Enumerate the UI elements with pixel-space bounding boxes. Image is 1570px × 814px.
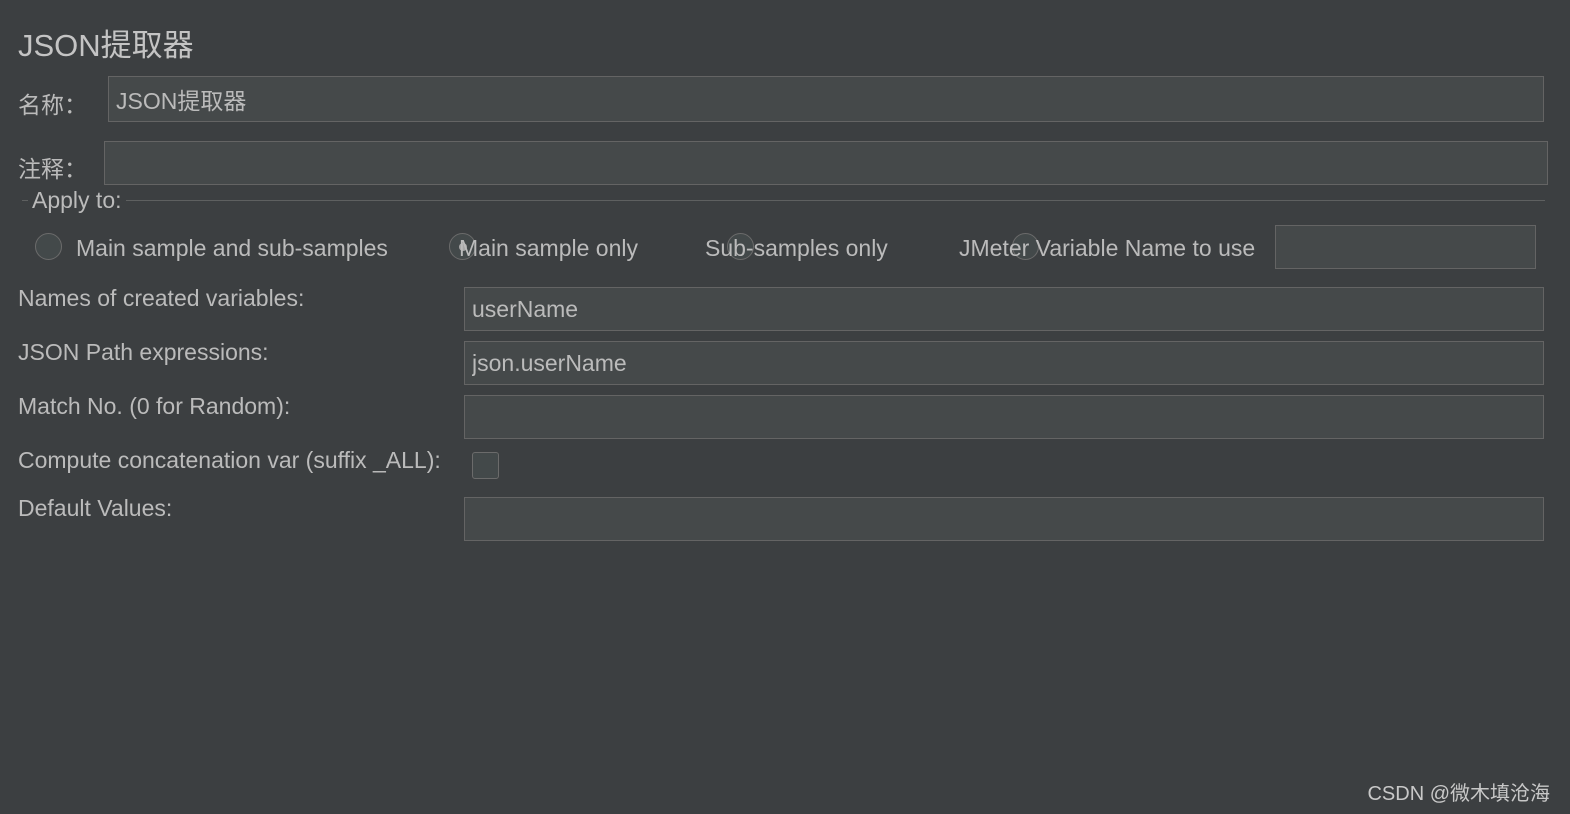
radio-sub-only-label[interactable]: Sub-samples only (705, 235, 888, 262)
apply-to-legend: Apply to: (28, 187, 126, 214)
extractor-panel: JSON提取器 名称： 注释： Apply to: Main sample an… (0, 0, 1570, 805)
match-input[interactable] (464, 395, 1544, 439)
names-label: Names of created variables: (18, 285, 305, 311)
paths-label: JSON Path expressions: (18, 339, 269, 365)
radio-main-and-sub[interactable] (35, 233, 62, 260)
name-input[interactable] (108, 76, 1544, 122)
name-label: 名称： (18, 92, 87, 118)
default-input[interactable] (464, 497, 1544, 541)
radio-jmeter-variable-label[interactable]: JMeter Variable Name to use (959, 235, 1255, 262)
radio-main-and-sub-label[interactable]: Main sample and sub-samples (76, 235, 388, 262)
comment-label: 注释： (18, 156, 87, 182)
panel-title: JSON提取器 (18, 28, 194, 63)
apply-to-divider (22, 200, 1545, 201)
concat-label: Compute concatenation var (suffix _ALL): (18, 447, 441, 473)
jmeter-variable-input[interactable] (1275, 225, 1536, 269)
watermark: CSDN @微木填沧海 (1367, 783, 1550, 805)
default-label: Default Values: (18, 495, 173, 521)
concat-checkbox[interactable] (472, 452, 499, 479)
names-input[interactable] (464, 287, 1544, 331)
radio-main-only-label[interactable]: Main sample only (459, 235, 638, 262)
paths-input[interactable] (464, 341, 1544, 385)
match-label: Match No. (0 for Random): (18, 393, 291, 419)
comment-input[interactable] (104, 141, 1548, 185)
